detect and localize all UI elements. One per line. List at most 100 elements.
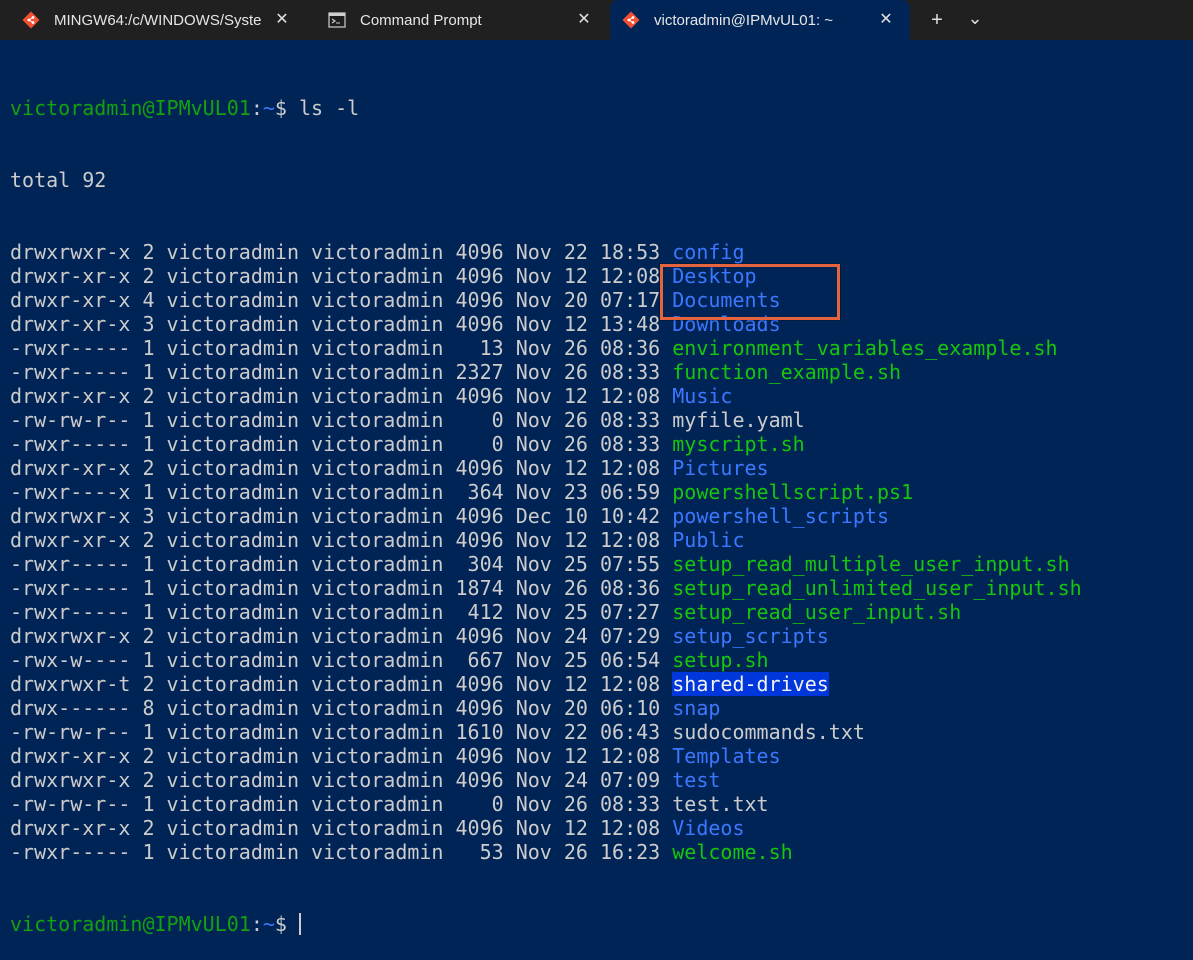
file-meta: drwx------ 8 victoradmin victoradmin 409… [10,696,673,720]
file-name: function_example.sh [672,360,902,384]
list-item: -rwxr----- 1 victoradmin victoradmin 53 … [10,840,1190,864]
file-meta: -rw-rw-r-- 1 victoradmin victoradmin 0 N… [10,408,673,432]
file-meta: -rwx-w---- 1 victoradmin victoradmin 667… [10,648,673,672]
list-item: drwxr-xr-x 3 victoradmin victoradmin 409… [10,312,1190,336]
file-name: test.txt [672,792,769,816]
list-item: drwxrwxr-x 2 victoradmin victoradmin 409… [10,624,1190,648]
prompt-colon: : [250,912,263,936]
file-name: setup_read_unlimited_user_input.sh [672,576,1082,600]
list-item: -rwxr----- 1 victoradmin victoradmin 187… [10,576,1190,600]
list-item: -rwxr----- 1 victoradmin victoradmin 13 … [10,336,1190,360]
tab-command-prompt[interactable]: Command Prompt ✕ [306,0,608,40]
list-item: -rw-rw-r-- 1 victoradmin victoradmin 161… [10,720,1190,744]
file-name: setup_read_multiple_user_input.sh [672,552,1070,576]
total-line: total 92 [10,168,107,192]
file-meta: drwxrwxr-x 3 victoradmin victoradmin 409… [10,504,673,528]
file-meta: -rw-rw-r-- 1 victoradmin victoradmin 0 N… [10,792,673,816]
file-meta: drwxr-xr-x 2 victoradmin victoradmin 409… [10,384,673,408]
file-name: snap [672,696,721,720]
file-meta: -rwxr----- 1 victoradmin victoradmin 304… [10,552,673,576]
file-meta: -rwxr----x 1 victoradmin victoradmin 364… [10,480,673,504]
chevron-down-icon[interactable]: ⌄ [961,0,989,40]
file-meta: drwxr-xr-x 2 victoradmin victoradmin 409… [10,456,673,480]
file-meta: drwxr-xr-x 2 victoradmin victoradmin 409… [10,264,673,288]
file-name: sudocommands.txt [672,720,865,744]
cmd-icon [328,11,346,29]
file-name: shared-drives [672,672,829,696]
prompt-symbol: $ [274,912,287,936]
file-name: powershellscript.ps1 [672,480,914,504]
file-meta: drwxr-xr-x 2 victoradmin victoradmin 409… [10,528,673,552]
close-icon[interactable]: ✕ [272,10,292,30]
file-meta: drwxr-xr-x 2 victoradmin victoradmin 409… [10,816,673,840]
list-item: drwxrwxr-x 3 victoradmin victoradmin 409… [10,504,1190,528]
git-bash-icon [22,11,40,29]
terminal-output[interactable]: victoradmin@IPMvUL01:~$ ls -l total 92 d… [10,48,1190,936]
list-item: drwxrwxr-t 2 victoradmin victoradmin 409… [10,672,1190,696]
tab-title: MINGW64:/c/WINDOWS/Syste [54,11,262,29]
file-meta: -rwxr----- 1 victoradmin victoradmin 0 N… [10,432,673,456]
prompt-symbol: $ [274,96,287,120]
file-name: Pictures [672,456,769,480]
list-item: -rw-rw-r-- 1 victoradmin victoradmin 0 N… [10,408,1190,432]
file-meta: -rwxr----- 1 victoradmin victoradmin 13 … [10,336,673,360]
list-item: -rw-rw-r-- 1 victoradmin victoradmin 0 N… [10,792,1190,816]
list-item: -rwxr----- 1 victoradmin victoradmin 0 N… [10,432,1190,456]
annotation-highlight-box [660,264,840,320]
file-name: setup_scripts [672,624,829,648]
tab-title: Command Prompt [360,11,482,29]
file-name: test [672,768,721,792]
close-icon[interactable]: ✕ [574,10,594,30]
file-meta: drwxr-xr-x 3 victoradmin victoradmin 409… [10,312,673,336]
file-meta: -rwxr----- 1 victoradmin victoradmin 412… [10,600,673,624]
text-cursor [298,913,301,935]
list-item: drwxr-xr-x 2 victoradmin victoradmin 409… [10,816,1190,840]
list-item: -rwxr----- 1 victoradmin victoradmin 412… [10,600,1190,624]
tab-title: victoradmin@IPMvUL01: ~ [654,11,834,29]
file-name: powershell_scripts [672,504,890,528]
file-name: setup_read_user_input.sh [672,600,962,624]
prompt-colon: : [250,96,263,120]
file-meta: -rwxr----- 1 victoradmin victoradmin 53 … [10,840,673,864]
prompt-line[interactable]: victoradmin@IPMvUL01:~$ [10,912,1190,936]
list-item: drwxrwxr-x 2 victoradmin victoradmin 409… [10,240,1190,264]
list-item: -rwxr----x 1 victoradmin victoradmin 364… [10,480,1190,504]
file-meta: drwxr-xr-x 4 victoradmin victoradmin 409… [10,288,673,312]
file-name: environment_variables_example.sh [672,336,1058,360]
prompt-path: ~ [262,96,275,120]
file-name: Public [672,528,745,552]
file-name: Music [672,384,733,408]
list-item: -rwx-w---- 1 victoradmin victoradmin 667… [10,648,1190,672]
list-item: drwxr-xr-x 2 victoradmin victoradmin 409… [10,384,1190,408]
file-meta: drwxrwxr-t 2 victoradmin victoradmin 409… [10,672,673,696]
list-item: drwxr-xr-x 2 victoradmin victoradmin 409… [10,744,1190,768]
list-item: drwxr-xr-x 4 victoradmin victoradmin 409… [10,288,1190,312]
list-item: drwx------ 8 victoradmin victoradmin 409… [10,696,1190,720]
tab-mingw64[interactable]: MINGW64:/c/WINDOWS/Syste ✕ [0,0,306,40]
file-meta: drwxrwxr-x 2 victoradmin victoradmin 409… [10,624,673,648]
file-meta: drwxrwxr-x 2 victoradmin victoradmin 409… [10,768,673,792]
tab-bar: MINGW64:/c/WINDOWS/Syste ✕ Command Promp… [0,0,1193,40]
file-meta: -rw-rw-r-- 1 victoradmin victoradmin 161… [10,720,673,744]
close-icon[interactable]: ✕ [876,10,896,30]
prompt-user: victoradmin@IPMvUL01 [10,912,251,936]
listing: drwxrwxr-x 2 victoradmin victoradmin 409… [10,240,1190,864]
list-item: drwxrwxr-x 2 victoradmin victoradmin 409… [10,768,1190,792]
git-bash-icon [622,11,640,29]
file-meta: drwxrwxr-x 2 victoradmin victoradmin 409… [10,240,673,264]
file-name: Videos [672,816,745,840]
list-item: -rwxr----- 1 victoradmin victoradmin 304… [10,552,1190,576]
file-name: config [672,240,745,264]
list-item: drwxr-xr-x 2 victoradmin victoradmin 409… [10,264,1190,288]
file-meta: -rwxr----- 1 victoradmin victoradmin 187… [10,576,673,600]
list-item: drwxr-xr-x 2 victoradmin victoradmin 409… [10,528,1190,552]
tab-victoradmin[interactable]: victoradmin@IPMvUL01: ~ ✕ [610,0,910,40]
file-name: myfile.yaml [672,408,805,432]
prompt-user: victoradmin@IPMvUL01 [10,96,251,120]
list-item: -rwxr----- 1 victoradmin victoradmin 232… [10,360,1190,384]
prompt-line: victoradmin@IPMvUL01:~$ ls -l [10,96,1190,120]
new-tab-button[interactable]: + [923,0,951,40]
file-meta: drwxr-xr-x 2 victoradmin victoradmin 409… [10,744,673,768]
file-name: setup.sh [672,648,769,672]
prompt-path: ~ [262,912,275,936]
